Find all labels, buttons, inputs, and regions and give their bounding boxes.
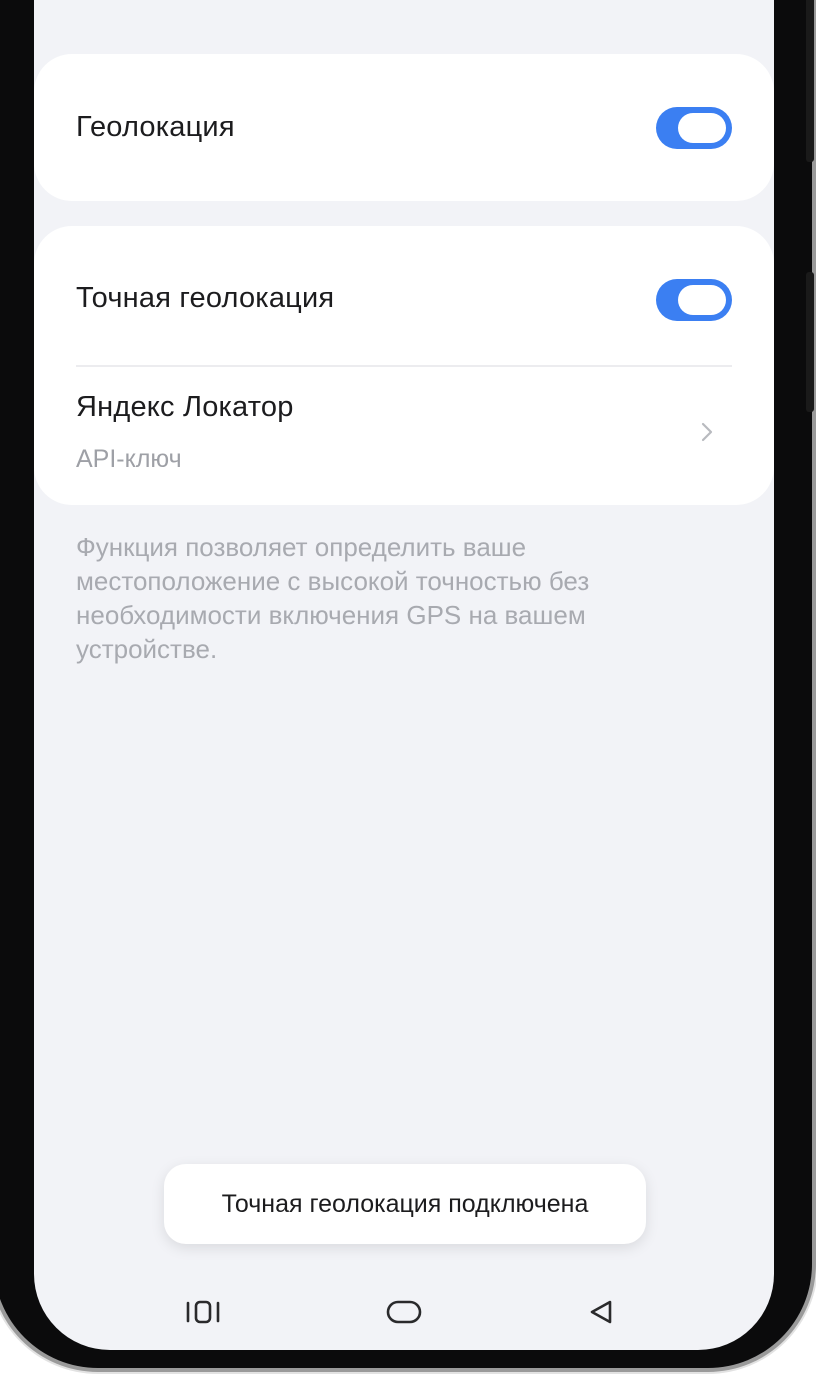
screen: Геолокация Точная геолокация Яндекс Лока… <box>34 0 774 1350</box>
toggle-knob <box>678 285 726 315</box>
yandex-locator-title: Яндекс Локатор <box>76 391 294 423</box>
power-button <box>806 272 814 412</box>
yandex-locator-subtitle: API-ключ <box>76 445 182 473</box>
location-card: Геолокация <box>34 54 774 201</box>
home-button[interactable] <box>384 1292 424 1332</box>
location-toggle[interactable] <box>656 107 732 149</box>
precise-location-label: Точная геолокация <box>76 282 335 314</box>
navigation-bar <box>34 1270 774 1350</box>
precise-location-toggle[interactable] <box>656 279 732 321</box>
recents-icon <box>186 1300 220 1324</box>
toast-message: Точная геолокация подключена <box>221 1189 589 1218</box>
location-label: Геолокация <box>76 111 235 143</box>
chevron-right-icon <box>701 422 713 442</box>
volume-button <box>806 0 814 162</box>
precise-location-card: Точная геолокация Яндекс Локатор API-клю… <box>34 226 774 505</box>
yandex-locator-row[interactable]: Яндекс Локатор API-ключ <box>34 367 774 505</box>
back-icon <box>590 1300 612 1324</box>
back-button[interactable] <box>582 1292 622 1332</box>
recents-button[interactable] <box>184 1292 224 1332</box>
toast: Точная геолокация подключена <box>164 1164 646 1244</box>
toggle-knob <box>678 113 726 143</box>
home-icon <box>386 1300 422 1324</box>
description-text: Функция позволяет определить ваше местоп… <box>76 532 590 664</box>
